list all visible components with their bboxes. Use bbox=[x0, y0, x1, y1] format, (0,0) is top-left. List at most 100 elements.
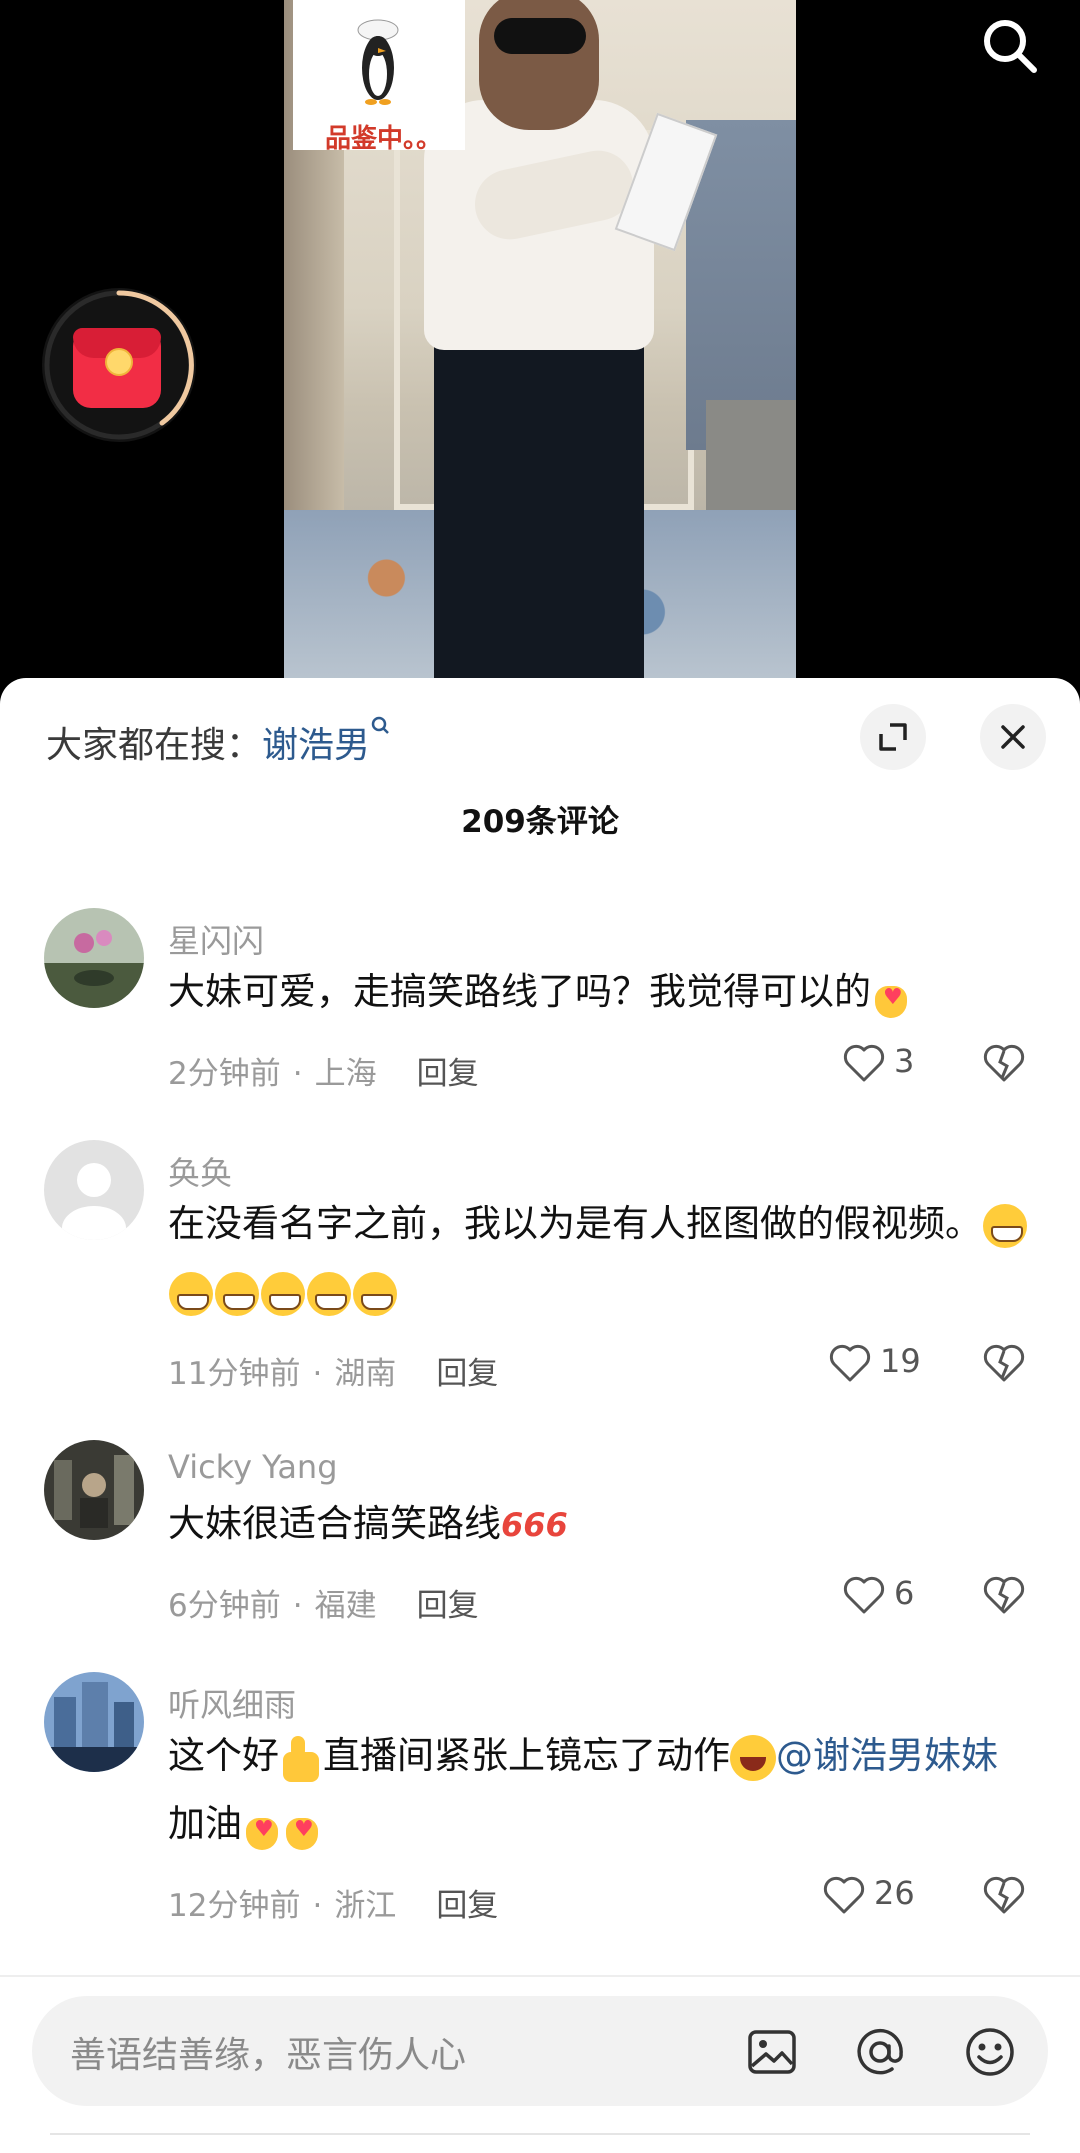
comment-meta: 11分钟前 · 湖南 回复 bbox=[168, 1348, 498, 1393]
comment-meta: 6分钟前 · 福建 回复 bbox=[168, 1580, 479, 1625]
like-button[interactable]: 3 bbox=[842, 1042, 914, 1084]
broken-heart-icon bbox=[983, 1344, 1025, 1382]
search-small-icon bbox=[371, 716, 389, 734]
comment-time: 12分钟前 bbox=[168, 1888, 301, 1924]
comment-meta: 12分钟前 · 浙江 回复 bbox=[168, 1880, 498, 1925]
video-player[interactable]: 品鉴中。。 bbox=[0, 0, 1080, 690]
grin-emoji bbox=[307, 1271, 351, 1316]
comment-time: 6分钟前 bbox=[168, 1588, 281, 1624]
meta-separator: · bbox=[292, 1588, 303, 1624]
broken-heart-icon bbox=[983, 1576, 1025, 1614]
reply-button[interactable]: 回复 bbox=[436, 1888, 498, 1924]
person-skirt bbox=[434, 335, 644, 680]
avatar[interactable] bbox=[44, 1440, 144, 1540]
laugh-cry-emoji bbox=[730, 1734, 776, 1781]
reply-button[interactable]: 回复 bbox=[436, 1356, 498, 1392]
emoji-button[interactable] bbox=[962, 2024, 1018, 2080]
at-icon bbox=[857, 2028, 903, 2075]
image-button[interactable] bbox=[744, 2024, 800, 2080]
finger-heart-emoji bbox=[242, 1796, 282, 1864]
comment-username[interactable]: Vicky Yang bbox=[168, 1448, 338, 1486]
six-six-six-emoji: 666 bbox=[501, 1506, 568, 1544]
meta-separator: · bbox=[312, 1888, 323, 1924]
search-button[interactable] bbox=[978, 14, 1042, 78]
comment-location: 浙江 bbox=[334, 1888, 397, 1924]
avatar[interactable] bbox=[44, 908, 144, 1008]
close-icon bbox=[1001, 725, 1025, 749]
hot-search-keyword[interactable]: 谢浩男 bbox=[262, 725, 370, 766]
comment-text-content: 直播间紧张上镜忘了动作 bbox=[323, 1734, 730, 1777]
heart-icon bbox=[843, 1576, 885, 1614]
meta-separator: · bbox=[312, 1356, 323, 1392]
comment-text: 大妹可爱，走搞笑路线了吗？我觉得可以的 bbox=[168, 958, 1028, 1032]
comment-text-content: 在没看名字之前，我以为是有人抠图做的假视频。 bbox=[168, 1202, 982, 1245]
comment-text: 大妹很适合搞笑路线666 bbox=[168, 1490, 1028, 1559]
comment-time: 2分钟前 bbox=[168, 1056, 281, 1092]
penguin-icon bbox=[357, 19, 399, 105]
heart-icon bbox=[823, 1876, 865, 1914]
like-button[interactable]: 6 bbox=[842, 1574, 914, 1616]
reply-button[interactable]: 回复 bbox=[417, 1056, 479, 1092]
comment-input[interactable]: 善语结善缘，恶言伤人心 bbox=[32, 1996, 1048, 2106]
comment-text-content: 加油 bbox=[168, 1802, 242, 1845]
comment-meta: 2分钟前 · 上海 回复 bbox=[168, 1048, 479, 1093]
hot-search-bar[interactable]: 大家都在搜：谢浩男 bbox=[46, 716, 389, 768]
red-packet-button[interactable] bbox=[42, 288, 196, 442]
comment-location: 上海 bbox=[314, 1056, 377, 1092]
like-count: 19 bbox=[880, 1342, 921, 1380]
dislike-button[interactable] bbox=[982, 1042, 1026, 1088]
avatar[interactable] bbox=[44, 1140, 144, 1240]
finger-heart-emoji bbox=[282, 1796, 322, 1864]
dislike-button[interactable] bbox=[982, 1874, 1026, 1920]
comment-username[interactable]: 星闪闪 bbox=[168, 916, 264, 962]
broken-heart-icon bbox=[983, 1044, 1025, 1082]
meta-separator: · bbox=[292, 1056, 303, 1092]
comment-location: 湖南 bbox=[334, 1356, 397, 1392]
finger-heart-emoji bbox=[871, 964, 911, 1032]
emoji-icon bbox=[966, 2028, 1014, 2076]
close-button[interactable] bbox=[980, 704, 1046, 770]
sticker-caption: 品鉴中。。 bbox=[325, 124, 443, 154]
sunglasses bbox=[494, 18, 586, 54]
comment-location: 福建 bbox=[314, 1588, 377, 1624]
grin-emoji bbox=[215, 1271, 259, 1316]
dislike-button[interactable] bbox=[982, 1574, 1026, 1620]
grin-emoji bbox=[261, 1271, 305, 1316]
comment-count: 209条评论 bbox=[461, 804, 619, 840]
heart-icon bbox=[829, 1344, 871, 1382]
thumbs-up-emoji bbox=[279, 1734, 323, 1782]
comment-username[interactable]: 听风细雨 bbox=[168, 1680, 296, 1726]
avatar[interactable] bbox=[44, 1672, 144, 1772]
like-count: 3 bbox=[894, 1042, 915, 1080]
hot-search-label: 大家都在搜： bbox=[46, 725, 263, 766]
grin-emoji bbox=[169, 1271, 213, 1316]
like-count: 6 bbox=[894, 1574, 915, 1612]
expand-button[interactable] bbox=[860, 704, 926, 770]
expand-icon bbox=[879, 723, 907, 751]
comment-text: 在没看名字之前，我以为是有人抠图做的假视频。 bbox=[168, 1190, 1028, 1326]
penguin-sticker: 品鉴中。。 bbox=[293, 0, 465, 154]
comment-input-placeholder: 善语结善缘，恶言伤人心 bbox=[70, 2035, 467, 2076]
like-count: 26 bbox=[874, 1874, 915, 1912]
broken-heart-icon bbox=[983, 1876, 1025, 1914]
comments-sheet: 大家都在搜：谢浩男 209条评论 星闪闪 大妹可爱，走搞笑路线了吗？我觉得可以的 bbox=[0, 678, 1080, 2153]
bottom-divider bbox=[50, 2133, 1030, 2135]
red-packet-coin bbox=[105, 348, 133, 376]
heart-icon bbox=[843, 1044, 885, 1082]
reply-button[interactable]: 回复 bbox=[417, 1588, 479, 1624]
input-divider bbox=[0, 1975, 1080, 1977]
comment-time: 11分钟前 bbox=[168, 1356, 301, 1392]
mention-button[interactable] bbox=[852, 2024, 908, 2080]
comment-username[interactable]: 奂奂 bbox=[168, 1148, 232, 1194]
image-icon bbox=[748, 2030, 796, 2074]
dislike-button[interactable] bbox=[982, 1342, 1026, 1388]
grin-emoji bbox=[983, 1203, 1027, 1248]
comment-text-content: 大妹可爱，走搞笑路线了吗？我觉得可以的 bbox=[168, 970, 871, 1013]
search-icon bbox=[984, 20, 1037, 73]
like-button[interactable]: 26 bbox=[822, 1874, 915, 1916]
grin-emoji bbox=[353, 1271, 397, 1316]
comment-text: 这个好 直播间紧张上镜忘了动作 @谢浩男妹妹 加油 bbox=[168, 1722, 1028, 1864]
comment-text-content: 这个好 bbox=[168, 1734, 279, 1777]
like-button[interactable]: 19 bbox=[828, 1342, 921, 1384]
mention-link[interactable]: @谢浩男妹妹 bbox=[776, 1734, 998, 1777]
